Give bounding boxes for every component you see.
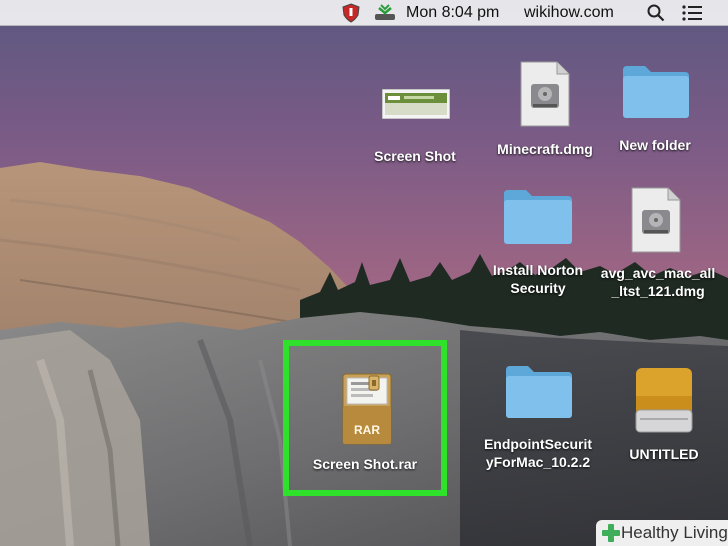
disk-image-icon: [520, 61, 570, 127]
desktop-item-label: New folder: [619, 137, 691, 153]
desktop-item-new-folder[interactable]: New folder: [605, 64, 705, 158]
desktop-item-label-line2: yForMac_10.2.2: [485, 454, 591, 470]
disk-image-icon: [631, 187, 681, 253]
menubar-clock[interactable]: Mon 8:04 pm: [406, 0, 499, 26]
desktop-item-label-line2: Security: [510, 280, 566, 296]
menubar-username[interactable]: wikihow.com: [524, 0, 614, 26]
selection-highlight-box: [283, 340, 447, 496]
folder-icon: [504, 190, 572, 244]
desktop-item-screen-shot[interactable]: Screen Shot: [360, 86, 470, 166]
desktop-item-minecraft-dmg[interactable]: Minecraft.dmg: [485, 60, 605, 160]
desktop-item-label-line1: avg_avc_mac_all: [600, 265, 716, 281]
watermark-badge: Healthy Living: [596, 520, 728, 546]
folder-icon: [506, 366, 572, 418]
norton-shield-icon[interactable]: [342, 0, 360, 26]
menu-bar: Mon 8:04 pm wikihow.com: [0, 0, 728, 26]
spotlight-search-icon[interactable]: [647, 0, 665, 26]
notification-list-icon[interactable]: [682, 0, 702, 26]
desktop-item-label-line1: Install Norton: [492, 262, 584, 278]
plus-cross-icon: [602, 524, 620, 542]
watermark-text: Healthy Living: [621, 523, 728, 542]
desktop-item-install-norton-security[interactable]: Install Norton Security: [480, 188, 596, 300]
external-drive-icon: [635, 368, 693, 433]
folder-icon: [623, 66, 689, 118]
desktop-item-label: Screen Shot: [374, 148, 456, 164]
desktop-item-label: UNTITLED: [629, 446, 699, 462]
desktop-item-label-line2: _ltst_121.dmg: [611, 283, 705, 299]
desktop-item-avg-dmg[interactable]: avg_avc_mac_all _ltst_121.dmg: [594, 186, 722, 302]
screenshot-thumbnail-icon: [382, 89, 450, 119]
desktop[interactable]: Mon 8:04 pm wikihow.com Screen Shot Mine…: [0, 0, 728, 546]
desktop-item-label-line1: EndpointSecurit: [483, 436, 593, 452]
network-status-icon[interactable]: [373, 0, 397, 26]
desktop-item-label: Minecraft.dmg: [497, 141, 593, 157]
desktop-item-endpoint-security[interactable]: EndpointSecurit yForMac_10.2.2: [474, 364, 602, 476]
desktop-item-untitled-drive[interactable]: UNTITLED: [614, 366, 714, 466]
